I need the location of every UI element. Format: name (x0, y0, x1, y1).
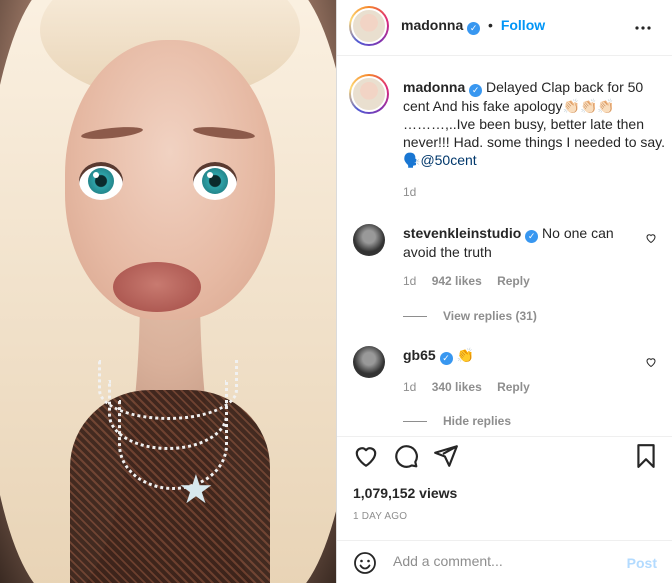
author-line: madonna ✓ • Follow (401, 17, 545, 35)
comment-input[interactable] (393, 553, 613, 569)
comment-text: 👏 (456, 347, 474, 363)
post-comment-button[interactable]: Post (627, 555, 657, 571)
left-eye (79, 162, 123, 200)
comment-avatar[interactable] (353, 224, 385, 256)
follow-button[interactable]: Follow (501, 17, 545, 33)
comment-like-heart-icon[interactable] (645, 356, 657, 368)
post-dialog: ★ madonna ✓ • Follow madonna ✓ Delayed C… (0, 0, 672, 583)
comment-body: stevenkleinstudio ✓ No one can avoid the… (403, 224, 645, 261)
comment-time[interactable]: 1d (403, 274, 416, 288)
comment-username[interactable]: stevenkleinstudio (403, 225, 521, 241)
caption: madonna ✓ Delayed Clap back for 50 cent … (403, 78, 665, 201)
caption-time[interactable]: 1d (403, 183, 665, 201)
reply-button[interactable]: Reply (497, 380, 530, 394)
comment-likes[interactable]: 340 likes (432, 380, 482, 394)
separator: • (488, 17, 493, 33)
comment-bubble-icon[interactable] (393, 443, 419, 469)
right-eye (193, 162, 237, 200)
emoji-smile-icon[interactable] (353, 551, 377, 575)
comment-likes[interactable]: 942 likes (432, 274, 482, 288)
comment-time[interactable]: 1d (403, 380, 416, 394)
author-avatar[interactable] (349, 6, 389, 46)
view-replies-label: View replies (31) (443, 309, 537, 323)
left-eyebrow (80, 124, 144, 142)
comment-username[interactable]: gb65 (403, 347, 436, 363)
caption-avatar[interactable] (349, 74, 389, 114)
author-username[interactable]: madonna (401, 17, 463, 33)
heart-icon[interactable] (353, 443, 379, 469)
star-pendant: ★ (178, 468, 214, 512)
hide-replies-button[interactable]: Hide replies (403, 414, 511, 428)
comment-body: gb65 ✓ 👏 (403, 346, 645, 365)
caption-mention[interactable]: @50cent (420, 152, 476, 168)
comment-avatar[interactable] (353, 346, 385, 378)
post-header: madonna ✓ • Follow (337, 0, 672, 56)
verified-badge-icon: ✓ (467, 22, 481, 35)
lips (113, 262, 201, 312)
paper-plane-icon[interactable] (433, 443, 459, 469)
comment-meta: 1d 942 likes Reply (403, 274, 542, 288)
post-photo[interactable]: ★ (0, 0, 336, 583)
view-replies-button[interactable]: View replies (31) (403, 309, 537, 323)
post-panel: madonna ✓ • Follow madonna ✓ Delayed Cla… (336, 0, 672, 583)
more-horizontal-icon[interactable] (635, 20, 651, 36)
post-age[interactable]: 1 DAY AGO (353, 511, 407, 522)
right-eyebrow (192, 124, 256, 142)
hide-replies-label: Hide replies (443, 414, 512, 428)
verified-badge-icon: ✓ (469, 84, 483, 97)
caption-username[interactable]: madonna (403, 79, 465, 95)
comment-like-heart-icon[interactable] (645, 232, 657, 244)
bookmark-icon[interactable] (633, 443, 659, 469)
verified-badge-icon: ✓ (439, 352, 453, 365)
action-bar: 1,079,152 views 1 DAY AGO (337, 436, 672, 540)
comment-meta: 1d 340 likes Reply (403, 380, 542, 394)
comment-composer: Post (337, 540, 672, 583)
reply-button[interactable]: Reply (497, 274, 530, 288)
views-count: 1,079,152 views (353, 485, 458, 501)
verified-badge-icon: ✓ (525, 230, 539, 243)
